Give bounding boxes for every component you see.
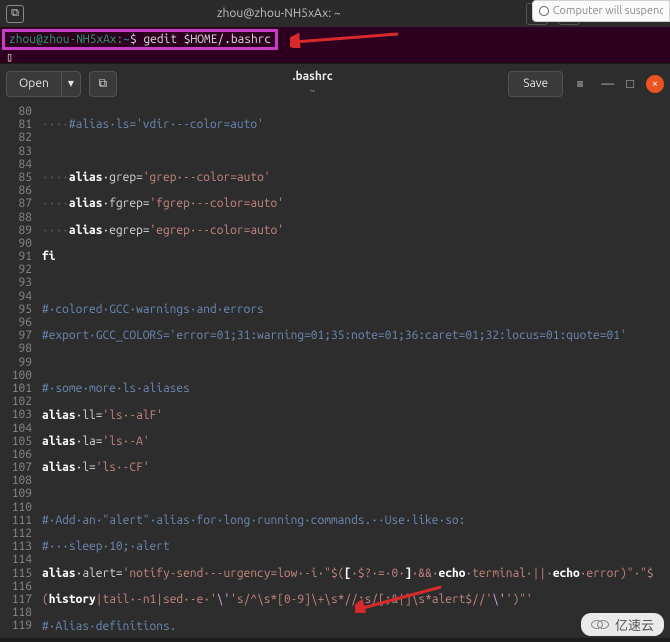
hamburger-menu-icon[interactable]: ≡ bbox=[567, 71, 593, 97]
gedit-title: .bashrc ~ bbox=[121, 70, 504, 98]
prompt-sep: $ bbox=[130, 33, 137, 46]
terminal-cursor: ▯ bbox=[6, 51, 13, 64]
power-icon bbox=[539, 6, 549, 16]
document-filename: .bashrc bbox=[121, 70, 504, 84]
prompt-path: ~ bbox=[123, 33, 130, 46]
open-dropdown[interactable]: ▾ bbox=[62, 71, 81, 97]
gedit-close-button[interactable]: × bbox=[646, 75, 664, 93]
save-button[interactable]: Save bbox=[508, 71, 563, 97]
open-button[interactable]: Open bbox=[6, 71, 62, 97]
line-number-gutter: 8081828384858687888990919293949596979899… bbox=[0, 103, 38, 638]
document-path: ~ bbox=[121, 84, 504, 98]
gedit-maximize-button[interactable]: □ bbox=[622, 76, 638, 91]
watermark: 亿速云 bbox=[581, 613, 664, 636]
watermark-icon bbox=[591, 618, 611, 632]
system-notification[interactable]: Computer will suspend bbox=[532, 0, 670, 22]
terminal-body[interactable]: zhou@zhou-NH5xAx:~$ gedit $HOME/.bashrc … bbox=[0, 27, 670, 63]
notification-text: Computer will suspend bbox=[553, 5, 663, 17]
terminal-command: gedit $HOME/.bashrc bbox=[143, 33, 271, 46]
gedit-minimize-button[interactable]: — bbox=[597, 77, 618, 91]
editor-area[interactable]: 8081828384858687888990919293949596979899… bbox=[0, 103, 670, 638]
terminal-command-highlight: zhou@zhou-NH5xAx:~$ gedit $HOME/.bashrc bbox=[2, 29, 278, 50]
prompt-user: zhou@zhou-NH5xAx: bbox=[9, 33, 123, 46]
code-content[interactable]: ····#alias·ls='vdir·--color=auto' ····al… bbox=[38, 103, 670, 638]
terminal-title: zhou@zhou-NH5xAx: ~ bbox=[32, 7, 526, 20]
gedit-headerbar: Open ▾ ⧉ .bashrc ~ Save ≡ — □ × bbox=[0, 63, 670, 103]
terminal-newtab-icon[interactable]: ⧉ bbox=[6, 5, 24, 23]
watermark-text: 亿速云 bbox=[615, 615, 654, 634]
open-split-button[interactable]: Open ▾ bbox=[6, 71, 81, 97]
new-tab-button[interactable]: ⧉ bbox=[89, 71, 117, 97]
